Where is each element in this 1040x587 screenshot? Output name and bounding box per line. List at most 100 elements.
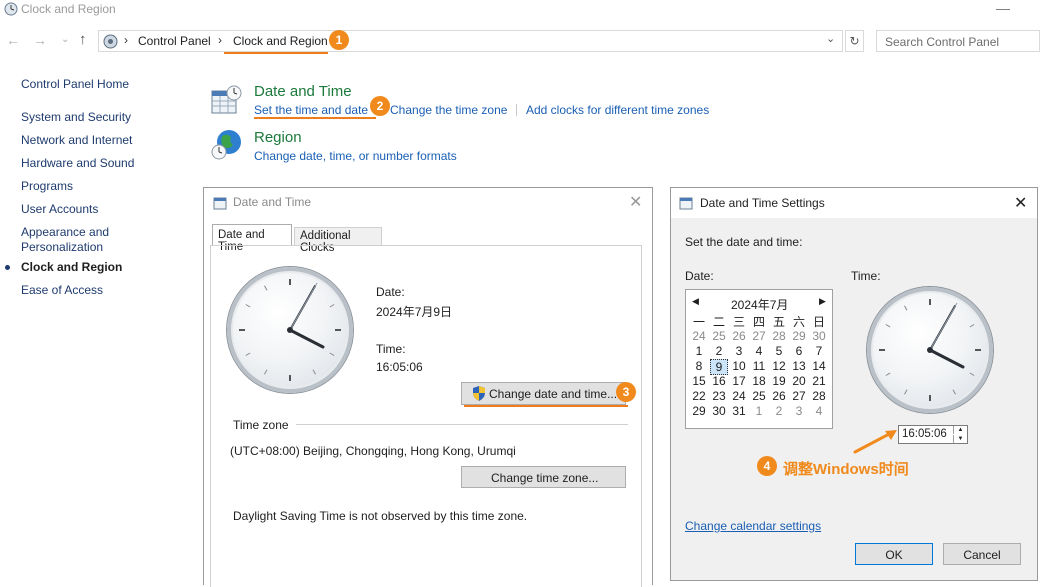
group-divider [296, 424, 628, 425]
calendar-day[interactable]: 4 [810, 404, 828, 418]
calendar-day[interactable]: 25 [750, 389, 768, 403]
calendar-day[interactable]: 31 [730, 404, 748, 418]
calendar-day[interactable]: 14 [810, 359, 828, 373]
change-date-and-time-button[interactable]: Change date and time... [461, 382, 626, 405]
date-label: Date: [685, 269, 714, 283]
prev-month-arrow-icon[interactable]: ◀ [692, 296, 699, 307]
calendar-day[interactable]: 16 [710, 374, 728, 388]
sidebar-item-system-and-security[interactable]: System and Security [21, 110, 131, 124]
button-label: Change date and time... [489, 387, 618, 401]
close-icon[interactable]: ✕ [629, 192, 642, 212]
sidebar-item-clock-and-region[interactable]: Clock and Region [21, 260, 122, 274]
active-item-bullet-icon [5, 265, 10, 270]
tab-additional-clocks[interactable]: Additional Clocks [294, 227, 382, 254]
calendar-day[interactable]: 28 [770, 329, 788, 343]
uac-shield-icon [473, 386, 485, 401]
calendar-day[interactable]: 7 [810, 344, 828, 358]
calendar-day[interactable]: 24 [730, 389, 748, 403]
forward-arrow-icon[interactable]: → [33, 32, 47, 48]
category-title-date-and-time[interactable]: Date and Time [254, 83, 352, 100]
sidebar-item-control-panel-home[interactable]: Control Panel Home [21, 77, 129, 91]
up-arrow-icon[interactable]: ↑ [79, 31, 87, 48]
calendar-day[interactable]: 17 [730, 374, 748, 388]
calendar-day[interactable]: 27 [750, 329, 768, 343]
calendar-month[interactable]: 2024年7月 [731, 296, 788, 313]
dialog-calendar-icon [213, 197, 227, 210]
weekday-header: 三 [732, 315, 745, 329]
calendar-day[interactable]: 29 [690, 404, 708, 418]
spin-down-icon[interactable]: ▼ [953, 435, 967, 443]
sidebar-item-network-and-internet[interactable]: Network and Internet [21, 133, 132, 147]
sidebar-item-user-accounts[interactable]: User Accounts [21, 202, 98, 216]
sidebar-item-programs[interactable]: Programs [21, 179, 73, 193]
breadcrumb-control-panel[interactable]: Control Panel [138, 34, 211, 48]
link-change-time-zone[interactable]: Change the time zone [390, 103, 507, 117]
calendar-day[interactable]: 5 [770, 344, 788, 358]
calendar-day[interactable]: 13 [790, 359, 808, 373]
address-dropdown-icon[interactable]: ⌄ [826, 32, 835, 45]
spin-up-icon[interactable]: ▲ [953, 426, 967, 434]
sidebar-item-hardware-and-sound[interactable]: Hardware and Sound [21, 156, 134, 170]
calendar-day[interactable]: 10 [730, 359, 748, 373]
annotation-badge-1: 1 [329, 30, 349, 50]
calendar-day[interactable]: 9 [710, 359, 728, 375]
time-input[interactable]: 16:05:06 ▲ ▼ [898, 425, 968, 444]
breadcrumb-clock-and-region[interactable]: Clock and Region [233, 34, 328, 48]
calendar-clock-icon [211, 85, 242, 114]
minimize-button[interactable]: — [996, 0, 1010, 16]
calendar-day[interactable]: 29 [790, 329, 808, 343]
link-add-clocks[interactable]: Add clocks for different time zones [526, 103, 709, 117]
calendar-day[interactable]: 3 [790, 404, 808, 418]
calendar-day[interactable]: 6 [790, 344, 808, 358]
calendar-day[interactable]: 27 [790, 389, 808, 403]
calendar-day[interactable]: 24 [690, 329, 708, 343]
sidebar-item-ease-of-access[interactable]: Ease of Access [21, 283, 103, 297]
ok-button[interactable]: OK [855, 543, 933, 565]
calendar-day[interactable]: 26 [770, 389, 788, 403]
sidebar-item-appearance-and-personalization[interactable]: Appearance and Personalization [21, 225, 121, 255]
close-icon[interactable]: ✕ [1014, 193, 1027, 213]
calendar-day[interactable]: 18 [750, 374, 768, 388]
calendar-day[interactable]: 12 [770, 359, 788, 373]
calendar-day[interactable]: 3 [730, 344, 748, 358]
category-title-region[interactable]: Region [254, 129, 302, 146]
next-month-arrow-icon[interactable]: ▶ [819, 296, 826, 307]
cancel-button[interactable]: Cancel [943, 543, 1021, 565]
calendar-day[interactable]: 19 [770, 374, 788, 388]
calendar-day[interactable]: 30 [710, 404, 728, 418]
refresh-button[interactable]: ↻ [845, 30, 864, 52]
change-calendar-settings-link[interactable]: Change calendar settings [685, 519, 821, 533]
link-change-formats[interactable]: Change date, time, or number formats [254, 149, 457, 163]
calendar-day[interactable]: 22 [690, 389, 708, 403]
calendar-day[interactable]: 2 [770, 404, 788, 418]
link-separator [516, 104, 517, 116]
time-label: Time: [376, 342, 406, 356]
calendar-day[interactable]: 28 [810, 389, 828, 403]
calendar-day[interactable]: 4 [750, 344, 768, 358]
change-time-zone-button[interactable]: Change time zone... [461, 466, 626, 488]
window-title: Clock and Region [21, 2, 116, 16]
calendar[interactable]: ◀ 2024年7月 ▶ 一二三四五六日 24 25 26 27 28 29 30 1 2 3 4 5 6 7… [685, 289, 833, 429]
link-set-time-and-date[interactable]: Set the time and date [254, 103, 368, 117]
tab-date-and-time[interactable]: Date and Time [212, 224, 292, 253]
clock-region-icon [4, 2, 18, 16]
calendar-day[interactable]: 8 [690, 359, 708, 373]
calendar-day[interactable]: 1 [690, 344, 708, 358]
calendar-day[interactable]: 23 [710, 389, 728, 403]
annotation-badge-2: 2 [370, 96, 390, 116]
calendar-day[interactable]: 1 [750, 404, 768, 418]
calendar-day[interactable]: 2 [710, 344, 728, 358]
calendar-day[interactable]: 21 [810, 374, 828, 388]
calendar-day[interactable]: 15 [690, 374, 708, 388]
annotation-underline-3 [464, 405, 628, 407]
calendar-day[interactable]: 25 [710, 329, 728, 343]
search-input[interactable]: Search Control Panel [876, 30, 1040, 52]
calendar-day[interactable]: 30 [810, 329, 828, 343]
annotation-underline-2 [254, 117, 376, 119]
back-arrow-icon[interactable]: ← [6, 32, 20, 48]
calendar-day[interactable]: 20 [790, 374, 808, 388]
recent-locations-chevron-icon[interactable]: ⌄ [61, 34, 69, 45]
calendar-day[interactable]: 11 [750, 359, 768, 373]
calendar-day[interactable]: 26 [730, 329, 748, 343]
address-bar[interactable]: › Control Panel › Clock and Region [98, 30, 843, 52]
